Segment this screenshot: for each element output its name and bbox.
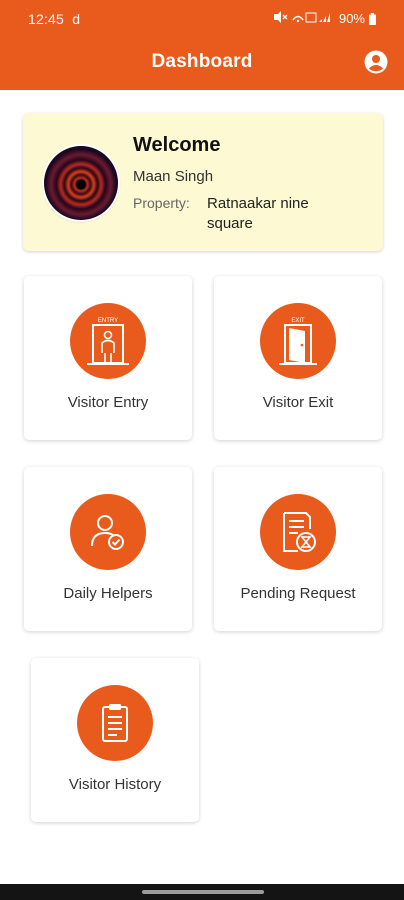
visitor-entry-icon-circle: ENTRY (70, 303, 146, 379)
svg-text:ENTRY: ENTRY (98, 318, 118, 324)
status-time: 12:45 d (28, 11, 81, 27)
property-label: Property: (133, 195, 190, 211)
avatar (44, 146, 118, 220)
battery-icon (369, 12, 376, 25)
daily-helpers-label: Daily Helpers (63, 585, 153, 602)
pending-request-label: Pending Request (240, 585, 356, 602)
status-right: 90% (273, 11, 376, 26)
entry-door-icon: ENTRY (87, 318, 129, 365)
account-circle-icon[interactable] (364, 50, 388, 74)
status-bar: 12:45 d 90% (0, 0, 404, 36)
app-bar: Dashboard (0, 36, 404, 90)
daily-helpers-tile[interactable]: Daily Helpers (24, 467, 192, 631)
helper-person-icon (91, 515, 124, 550)
visitor-history-tile[interactable]: Visitor History (31, 658, 199, 822)
visitor-exit-label: Visitor Exit (262, 394, 334, 411)
page-title: Dashboard (151, 51, 253, 72)
visitor-entry-label: Visitor Entry (67, 394, 149, 411)
pending-request-tile[interactable]: Pending Request (214, 467, 382, 631)
system-nav-bar (0, 884, 404, 900)
pending-document-icon (283, 512, 316, 552)
visitor-history-label: Visitor History (68, 776, 162, 793)
exit-door-icon: EXIT (279, 318, 317, 365)
svg-text:EXIT: EXIT (291, 318, 305, 324)
visitor-exit-icon-circle: EXIT (260, 303, 336, 379)
signal-icons (273, 11, 333, 26)
pending-request-icon-circle (260, 494, 336, 570)
user-name: Maan Singh (133, 168, 214, 185)
welcome-title: Welcome (133, 134, 221, 156)
property-value: Ratnaakar nine square (207, 195, 309, 232)
battery-percent: 90% (338, 11, 365, 26)
visitor-history-icon-circle (77, 685, 153, 761)
status-glyphs-icon (273, 11, 330, 23)
daily-helpers-icon-circle (70, 494, 146, 570)
visitor-exit-tile[interactable]: EXIT Visitor Exit (214, 276, 382, 440)
visitor-entry-tile[interactable]: ENTRY Visitor Entry (24, 276, 192, 440)
home-gesture-handle[interactable] (142, 890, 264, 894)
clipboard-history-icon (102, 704, 128, 742)
welcome-card: Welcome Maan Singh Property: Ratnaakar n… (23, 113, 383, 251)
